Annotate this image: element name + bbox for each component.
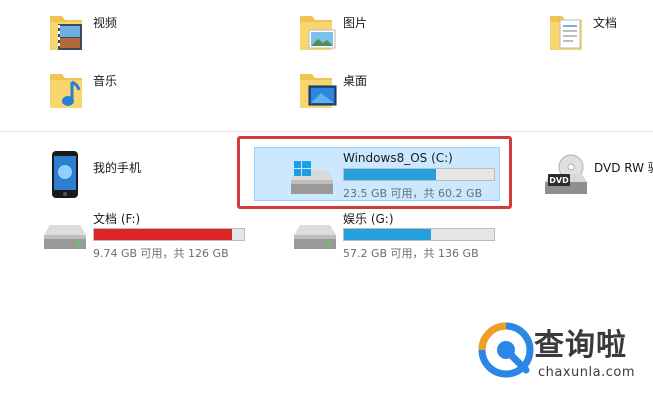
folder-label: 图片 bbox=[343, 16, 368, 30]
svg-text:DVD: DVD bbox=[549, 176, 569, 185]
pictures-folder-icon bbox=[296, 10, 338, 58]
watermark: 查询啦 chaxunla.com bbox=[478, 318, 648, 388]
folder-documents[interactable]: 文档 bbox=[546, 10, 653, 60]
folder-label: 文档 bbox=[593, 16, 618, 30]
watermark-name: 查询啦 bbox=[534, 328, 627, 363]
drive-usage-bar bbox=[93, 228, 245, 241]
section-divider bbox=[0, 131, 653, 132]
phone-icon bbox=[48, 150, 82, 204]
drive-free-space: 57.2 GB 可用，共 136 GB bbox=[343, 247, 479, 260]
drive-g[interactable]: 娱乐 (G:) 57.2 GB 可用，共 136 GB bbox=[290, 209, 500, 260]
folder-label: 音乐 bbox=[93, 74, 118, 88]
highlight-annotation bbox=[237, 136, 512, 209]
device-dvd[interactable]: DVD DVD RW 驱 bbox=[542, 150, 653, 202]
folder-videos[interactable]: 视频 bbox=[46, 10, 166, 60]
video-folder-icon bbox=[46, 10, 86, 58]
folder-desktop[interactable]: 桌面 bbox=[296, 68, 416, 118]
desktop-folder-icon bbox=[296, 68, 338, 116]
device-my-phone[interactable]: 我的手机 bbox=[48, 150, 188, 202]
drive-f[interactable]: 文档 (F:) 9.74 GB 可用，共 126 GB bbox=[40, 209, 250, 260]
hard-drive-icon bbox=[42, 221, 88, 259]
drive-label: 文档 (F:) bbox=[93, 212, 141, 226]
folder-label: 视频 bbox=[93, 16, 118, 30]
drive-usage-bar bbox=[343, 228, 495, 241]
folder-music[interactable]: 音乐 bbox=[46, 68, 166, 118]
dvd-drive-icon: DVD bbox=[542, 154, 588, 202]
device-label: 我的手机 bbox=[93, 161, 142, 175]
documents-folder-icon bbox=[546, 10, 586, 58]
drive-usage-fill bbox=[94, 229, 232, 240]
folder-label: 桌面 bbox=[343, 74, 368, 88]
watermark-logo-icon bbox=[478, 322, 536, 384]
drive-usage-fill bbox=[344, 229, 431, 240]
drive-label: 娱乐 (G:) bbox=[343, 212, 394, 226]
watermark-domain: chaxunla.com bbox=[538, 365, 635, 380]
folder-pictures[interactable]: 图片 bbox=[296, 10, 416, 60]
drive-free-space: 9.74 GB 可用，共 126 GB bbox=[93, 247, 229, 260]
hard-drive-icon bbox=[292, 221, 338, 259]
music-folder-icon bbox=[46, 68, 86, 116]
device-label: DVD RW 驱 bbox=[594, 161, 653, 175]
